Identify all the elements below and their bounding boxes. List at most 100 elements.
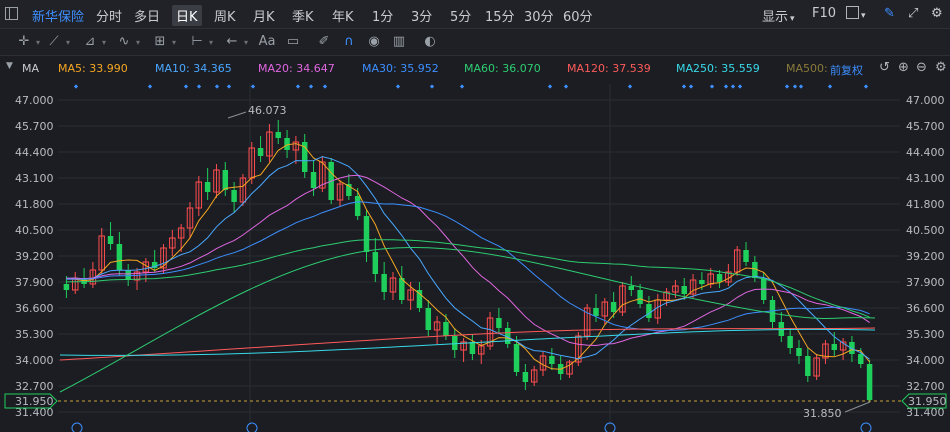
candle-body — [805, 356, 811, 376]
event-marker — [196, 84, 202, 89]
right-price-label: 39.200 — [906, 250, 945, 263]
event-marker — [250, 84, 256, 89]
candle-body — [372, 252, 379, 274]
current-price-label-right: 31.950 — [908, 395, 947, 408]
event-marker — [429, 84, 435, 89]
candle-body — [593, 308, 599, 316]
candle-body — [831, 344, 838, 350]
low-price-label: 31.850 — [803, 407, 842, 420]
candle-body — [310, 172, 317, 188]
candle-body — [125, 270, 131, 280]
left-price-label: 39.200 — [15, 250, 54, 263]
candle-body — [284, 138, 290, 150]
high-pointer — [227, 111, 247, 119]
candle-body — [231, 190, 237, 202]
right-price-label: 32.700 — [906, 380, 945, 393]
current-price-label-left: 31.950 — [15, 395, 54, 408]
right-price-label: 40.500 — [906, 224, 945, 237]
candle-body — [204, 182, 211, 192]
right-price-label: 41.800 — [906, 198, 945, 211]
event-marker — [322, 84, 328, 89]
candle-body — [646, 304, 652, 318]
event-marker — [214, 84, 220, 89]
candle-body — [496, 318, 502, 328]
event-marker — [784, 84, 790, 89]
event-marker — [183, 84, 189, 89]
candle-body — [443, 322, 449, 336]
candle-body — [716, 274, 723, 282]
right-price-label: 34.000 — [906, 354, 945, 367]
event-badge-icon — [246, 422, 258, 432]
event-badge-icon — [71, 422, 83, 432]
candle-body — [469, 342, 476, 354]
right-price-label: 43.100 — [906, 172, 945, 185]
left-price-label: 34.000 — [15, 354, 54, 367]
candle-body — [363, 216, 370, 252]
event-marker — [459, 84, 465, 89]
event-marker — [226, 84, 232, 89]
event-marker — [723, 84, 729, 89]
left-price-label: 47.000 — [15, 94, 54, 107]
event-marker — [792, 84, 798, 89]
low-pointer — [844, 401, 871, 413]
right-price-label: 35.300 — [906, 328, 945, 341]
left-price-label: 40.500 — [15, 224, 54, 237]
event-marker — [798, 84, 804, 89]
left-price-label: 32.700 — [15, 380, 54, 393]
high-price-label: 46.073 — [248, 104, 287, 117]
candle-body — [637, 290, 643, 304]
left-price-label: 35.300 — [15, 328, 54, 341]
event-marker — [563, 84, 569, 89]
candle-body — [354, 196, 361, 216]
candle-body — [628, 286, 635, 290]
right-price-label: 44.400 — [906, 146, 945, 159]
candle-body — [452, 336, 458, 350]
right-price-label: 47.000 — [906, 94, 945, 107]
event-marker — [681, 84, 687, 89]
candle-body — [513, 344, 520, 372]
event-marker — [295, 84, 301, 89]
left-price-label: 44.400 — [15, 146, 54, 159]
event-marker — [627, 84, 633, 89]
candle-body — [681, 286, 687, 294]
candle-body — [222, 170, 229, 190]
ma250-line — [59, 328, 876, 356]
event-marker — [73, 84, 79, 89]
candle-body — [866, 364, 873, 400]
candle-body — [107, 236, 114, 244]
event-marker — [827, 84, 833, 89]
left-price-label: 36.600 — [15, 302, 54, 315]
left-price-label: 43.100 — [15, 172, 54, 185]
candle-body — [858, 354, 864, 364]
event-marker — [147, 84, 153, 89]
event-marker — [863, 84, 869, 89]
event-marker — [547, 84, 553, 89]
right-price-label: 37.900 — [906, 276, 945, 289]
left-price-label: 37.900 — [15, 276, 54, 289]
left-price-label: 41.800 — [15, 198, 54, 211]
candle-body — [116, 244, 123, 270]
candle-body — [381, 274, 387, 292]
candle-body — [275, 132, 281, 138]
candle-body — [699, 280, 705, 284]
candle-body — [549, 356, 555, 364]
candle-body — [796, 348, 802, 356]
candlestick-chart[interactable]: 47.000 47.000 45.700 45.700 44.400 44.400 43.1… — [0, 0, 950, 432]
candle-body — [610, 302, 617, 312]
ma-line — [66, 174, 870, 347]
event-marker — [730, 84, 736, 89]
event-badge-icon — [860, 422, 872, 432]
candle-body — [787, 336, 793, 348]
event-marker — [688, 84, 694, 89]
candle-body — [257, 148, 264, 156]
right-price-label: 45.700 — [906, 120, 945, 133]
event-marker — [709, 84, 715, 89]
event-marker — [737, 84, 743, 89]
event-marker — [395, 84, 401, 89]
right-price-label: 36.600 — [906, 302, 945, 315]
event-marker — [308, 84, 314, 89]
candle-body — [425, 308, 432, 330]
left-price-label: 45.700 — [15, 120, 54, 133]
candle-body — [63, 284, 70, 290]
candle-body — [743, 250, 749, 262]
